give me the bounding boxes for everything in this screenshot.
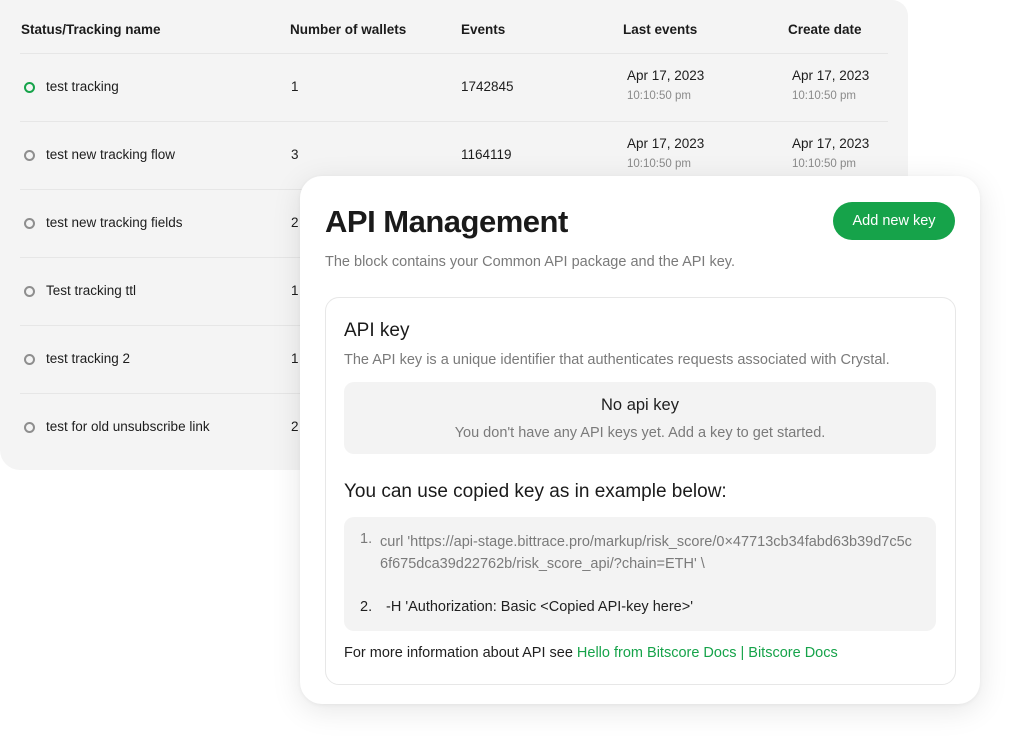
code-line-number: 2.	[360, 599, 373, 615]
empty-state-subtitle: You don't have any API keys yet. Add a k…	[454, 425, 826, 441]
tracking-name: test new tracking flow	[46, 147, 176, 162]
more-info: For more information about API see Hello…	[344, 645, 838, 661]
empty-state: No api key You don't have any API keys y…	[344, 382, 936, 454]
api-key-section: API key The API key is a unique identifi…	[325, 297, 956, 685]
events-count: 1742845	[461, 79, 514, 94]
last-event-time: 10:10:50 pm	[627, 90, 691, 102]
create-date: Apr 17, 2023	[792, 68, 870, 83]
events-count: 1164119	[461, 147, 512, 162]
code-line-number: 1.	[360, 531, 373, 547]
status-inactive-icon	[24, 286, 35, 297]
wallets-count: 1	[291, 283, 299, 298]
code-line-curl: curl 'https://api-stage.bittrace.pro/mar…	[380, 534, 912, 572]
tracking-name: Test tracking ttl	[46, 283, 137, 298]
status-inactive-icon	[24, 218, 35, 229]
empty-state-title: No api key	[601, 396, 679, 414]
header-status-name[interactable]: Status/Tracking name	[21, 22, 161, 37]
wallets-count: 2	[291, 215, 299, 230]
code-example: 1. curl 'https://api-stage.bittrace.pro/…	[344, 517, 936, 631]
status-active-icon	[24, 82, 35, 93]
page-title: API Management	[325, 204, 568, 239]
api-management-card: API Management Add new key The block con…	[300, 176, 980, 704]
status-inactive-icon	[24, 422, 35, 433]
add-new-key-button[interactable]: Add new key	[833, 202, 955, 240]
last-event-date: Apr 17, 2023	[627, 68, 705, 83]
code-line-header: -H 'Authorization: Basic <Copied API-key…	[386, 599, 693, 615]
header-create-date[interactable]: Create date	[788, 22, 862, 37]
tracking-name: test tracking	[46, 79, 119, 94]
api-key-title: API key	[344, 320, 410, 341]
header-events[interactable]: Events	[461, 22, 505, 37]
table-header: Status/Tracking name Number of wallets E…	[0, 0, 908, 54]
create-time: 10:10:50 pm	[792, 90, 856, 102]
tracking-name: test tracking 2	[46, 351, 131, 366]
wallets-count: 1	[291, 351, 299, 366]
table-row[interactable]: test tracking 1 1742845 Apr 17, 2023 10:…	[0, 54, 908, 122]
header-last-events[interactable]: Last events	[623, 22, 697, 37]
docs-link[interactable]: Hello from Bitscore Docs | Bitscore Docs	[577, 645, 838, 661]
create-time: 10:10:50 pm	[792, 158, 856, 170]
wallets-count: 3	[291, 147, 299, 162]
status-inactive-icon	[24, 150, 35, 161]
tracking-name: test new tracking fields	[46, 215, 183, 230]
create-date: Apr 17, 2023	[792, 136, 870, 151]
wallets-count: 2	[291, 419, 299, 434]
header-wallets[interactable]: Number of wallets	[290, 22, 406, 37]
last-event-time: 10:10:50 pm	[627, 158, 691, 170]
api-key-description: The API key is a unique identifier that …	[344, 352, 890, 368]
last-event-date: Apr 17, 2023	[627, 136, 705, 151]
status-inactive-icon	[24, 354, 35, 365]
more-info-text: For more information about API see	[344, 645, 577, 661]
wallets-count: 1	[291, 79, 299, 94]
tracking-name: test for old unsubscribe link	[46, 419, 210, 434]
page-subtitle: The block contains your Common API packa…	[325, 254, 735, 270]
example-title: You can use copied key as in example bel…	[344, 481, 727, 502]
